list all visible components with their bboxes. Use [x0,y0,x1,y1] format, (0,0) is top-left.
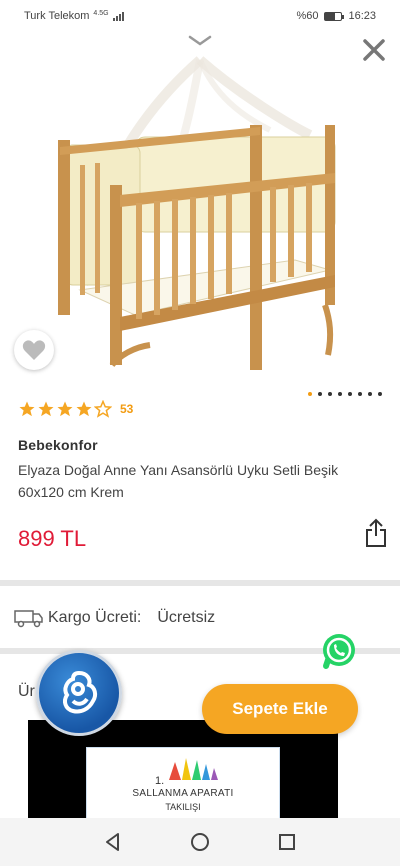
colorful-logo-icon: 1. [155,758,218,787]
product-rating[interactable]: 53 [18,400,133,418]
heart-icon [22,340,46,360]
network-type: 4.5G [93,9,109,17]
close-icon[interactable] [360,36,388,64]
star-icon [94,400,112,418]
rating-count: 53 [120,402,134,416]
pagination-dot[interactable] [338,392,342,396]
truck-icon [14,610,43,628]
star-icon [76,401,92,417]
system-nav-bar [0,818,400,866]
divider [0,580,400,586]
video-caption-line2: TAKILIŞI [165,802,201,812]
star-icon [19,401,35,417]
product-title: Elyaza Doğal Anne Yanı Asansörlü Uyku Se… [18,462,339,500]
status-right: %60 16:23 [296,10,376,22]
image-pagination [308,392,382,396]
video-thumbnail: 1. SALLANMA APARATI TAKILIŞI [86,747,280,820]
pagination-dot[interactable] [328,392,332,396]
video-number: 1. [155,775,164,787]
star-icon [38,401,54,417]
carrier-name: Turk Telekom [24,10,90,22]
shipping-info: Kargo Ücreti: Ücretsiz [14,608,215,628]
status-bar: Turk Telekom 4.5G %60 16:23 [0,0,400,32]
brand-name[interactable]: Bebekonfor [18,437,98,453]
home-icon[interactable] [188,830,212,854]
battery-icon [324,11,345,21]
share-icon[interactable] [364,518,388,548]
rating-stars [18,400,112,418]
shipping-label: Kargo Ücreti: [48,609,142,626]
pagination-dot[interactable] [308,392,312,396]
shipping-value: Ücretsiz [157,609,216,626]
product-image[interactable] [40,55,360,380]
assistant-icon [63,670,98,714]
product-price: 899 TL [18,526,87,551]
pagination-dot[interactable] [358,392,362,396]
whatsapp-icon[interactable] [320,632,358,670]
assistant-button[interactable] [36,650,122,736]
pagination-dot[interactable] [318,392,322,396]
add-to-cart-button[interactable]: Sepete Ekle [202,684,358,734]
pagination-dot[interactable] [368,392,372,396]
pagination-dot[interactable] [378,392,382,396]
star-icon [57,401,73,417]
status-left: Turk Telekom 4.5G [24,10,124,22]
back-icon[interactable] [101,830,125,854]
clock: 16:23 [348,10,376,22]
favorite-button[interactable] [14,330,54,370]
signal-icon [112,11,124,21]
chevron-down-icon[interactable] [188,34,212,48]
battery-percent: %60 [296,10,319,22]
pagination-dot[interactable] [348,392,352,396]
video-caption-line1: SALLANMA APARATI [132,788,234,799]
recents-icon[interactable] [275,830,299,854]
